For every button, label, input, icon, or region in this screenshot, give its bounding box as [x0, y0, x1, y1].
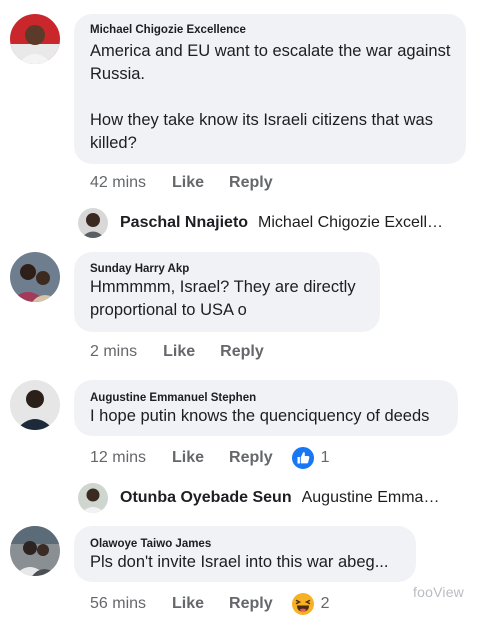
comment-time: 2 mins [90, 343, 138, 360]
comment-bubble[interactable]: Olawoye Taiwo James Pls don't invite Isr… [74, 526, 416, 582]
comment-author[interactable]: Sunday Harry Akp [90, 263, 189, 275]
comment-actions: 2 mins Like Reply [90, 340, 264, 364]
comment-actions: 56 mins Like Reply 2 [90, 592, 330, 616]
comment-time: 12 mins [90, 449, 147, 466]
reply-preview-text: Michael Chigozie Excellence [258, 214, 451, 231]
comment-time: 56 mins [90, 595, 147, 612]
avatar[interactable] [78, 483, 108, 513]
reaction-summary[interactable]: 2 [291, 592, 330, 616]
avatar[interactable] [10, 252, 60, 302]
comment-bubble[interactable]: Augustine Emmanuel Stephen I hope putin … [74, 380, 458, 436]
like-button[interactable]: Like [172, 595, 204, 613]
avatar[interactable] [10, 380, 60, 430]
reply-button[interactable]: Reply [220, 343, 264, 361]
comment-actions: 12 mins Like Reply 1 [90, 446, 330, 470]
reply-button[interactable]: Reply [229, 449, 273, 467]
reply-author[interactable]: Otunba Oyebade Seun [120, 489, 292, 507]
avatar[interactable] [78, 208, 108, 238]
reply-button[interactable]: Reply [229, 595, 273, 613]
reaction-summary[interactable]: 1 [290, 446, 330, 470]
reply-button[interactable]: Reply [229, 174, 273, 192]
like-button[interactable]: Like [172, 449, 204, 467]
avatar[interactable] [10, 526, 60, 576]
reply-preview-row[interactable]: Otunba Oyebade Seun Augustine Emmanuel S… [78, 483, 448, 513]
comment-text: Pls don't invite Israel into this war ab… [90, 553, 389, 571]
reaction-count: 1 [320, 449, 330, 466]
comment-actions: 42 mins Like Reply [90, 171, 273, 195]
like-button[interactable]: Like [172, 174, 204, 192]
avatar[interactable] [10, 14, 60, 64]
reply-preview-text: Augustine Emmanuel Stephen [301, 489, 448, 506]
comment-time: 42 mins [90, 174, 147, 191]
comment-text: Hmmmmm, Israel? They are directly propor… [90, 278, 356, 319]
comment-author[interactable]: Michael Chigozie Excellence [90, 24, 246, 36]
like-thumb-icon [290, 446, 315, 470]
comment-author[interactable]: Augustine Emmanuel Stephen [90, 392, 256, 404]
haha-emoji-icon [291, 592, 315, 616]
comment-text: I hope putin knows the quenciquency of d… [90, 407, 430, 425]
like-button[interactable]: Like [163, 343, 195, 361]
reaction-count: 2 [320, 595, 330, 612]
reply-author[interactable]: Paschal Nnajieto [120, 214, 248, 232]
comment-author[interactable]: Olawoye Taiwo James [90, 538, 211, 550]
comment-bubble[interactable]: Michael Chigozie Excellence America and … [74, 14, 466, 164]
watermark: fooView [413, 584, 464, 600]
comment-text: America and EU want to escalate the war … [90, 42, 451, 152]
comment-bubble[interactable]: Sunday Harry Akp Hmmmmm, Israel? They ar… [74, 252, 380, 332]
reply-preview-row[interactable]: Paschal Nnajieto Michael Chigozie Excell… [78, 208, 450, 238]
